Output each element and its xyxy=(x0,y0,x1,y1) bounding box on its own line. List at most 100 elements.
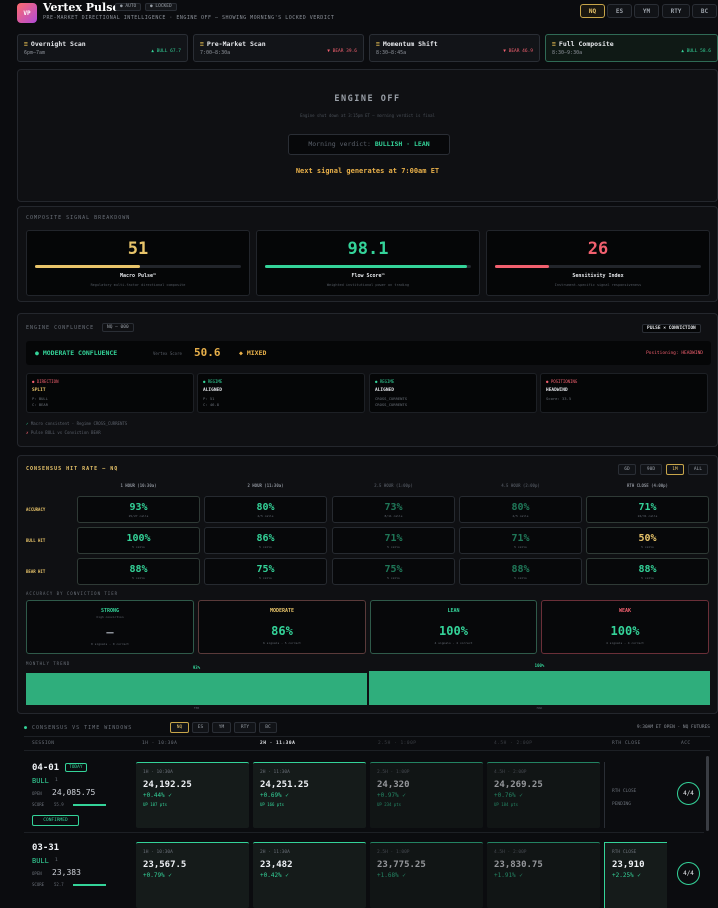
hitrate-calls: 5 calls xyxy=(641,545,654,549)
hitrate-cell: 75% 5 calls xyxy=(204,558,327,585)
hitrate-calls: 5 calls xyxy=(514,545,527,549)
range-1m[interactable]: 1M xyxy=(666,464,684,475)
trend-bar-month: MAR xyxy=(536,706,543,710)
hitrate-calls: 8/11 calls xyxy=(384,514,403,518)
box-head: ● POSITIONING xyxy=(546,379,578,384)
scan-card-overnight[interactable]: ≡ Overnight Scan 6pm–7am ▲ BULL 67.7 xyxy=(17,34,188,62)
auto-badge: ● AUTO xyxy=(115,3,142,11)
vertex-score-label: Vertex Score xyxy=(153,351,182,356)
window-change: +0.76% ✓ xyxy=(494,792,523,799)
window-points: UP 234 pts xyxy=(377,802,402,807)
tab-rty[interactable]: RTY xyxy=(662,4,690,18)
confluence-note-1: ✓ Macro consistent · Regime CROSS_CURREN… xyxy=(26,421,128,426)
hitrate-calls: 5 calls xyxy=(387,545,400,549)
col-session: SESSION xyxy=(32,741,55,746)
window-label: 2.5H · 1:00P xyxy=(377,770,410,775)
col-rth: RTH CLOSE xyxy=(612,741,641,746)
range-6d[interactable]: 6D xyxy=(618,464,636,475)
tier-name: MODERATE xyxy=(269,608,295,614)
window-card[interactable]: 4.5H · 2:00P 23,830.75 +1.91% ✓ xyxy=(487,842,600,908)
box-main: SPLIT xyxy=(32,388,46,393)
session-bias: BULL xyxy=(32,777,49,785)
window-price: 24,320 xyxy=(377,780,410,790)
col-2-5h: 2.5H · 1:00P xyxy=(378,741,417,746)
tier-sub: high conviction xyxy=(96,615,124,619)
scan-card-momentum[interactable]: ≡ Momentum Shift 8:30–8:45a ▼ BEAR 46.9 xyxy=(369,34,540,62)
scrollbar[interactable] xyxy=(706,756,709,831)
morning-verdict: Morning verdict: BULLISH · LEAN xyxy=(288,134,450,155)
window-label: 4.5H · 2:00P xyxy=(494,850,527,855)
tab-es[interactable]: ES xyxy=(607,4,632,18)
box-line-1: P: BULL xyxy=(32,396,49,401)
hitrate-calls: 22/31 calls xyxy=(637,514,658,518)
rth-value: 23,910 xyxy=(612,860,645,870)
rth-label: RTH CLOSE xyxy=(612,850,637,855)
scan-card-composite[interactable]: ≡ Full Composite 8:30–9:30a ▲ BULL 58.6 xyxy=(545,34,718,62)
consensus-tab-es[interactable]: ES xyxy=(192,722,209,733)
window-change: +1.68% ✓ xyxy=(377,872,406,879)
consensus-tab-ym[interactable]: YM xyxy=(212,722,231,733)
tier-value: — xyxy=(106,625,114,639)
hitrate-cell: 71% 5 calls xyxy=(332,527,455,554)
window-card[interactable]: 1H · 10:30A 23,567.5 +0.79% ✓ xyxy=(136,842,249,908)
window-card[interactable]: 4.5H · 2:00P 24,269.25 +0.76% ✓ UP 184 pts xyxy=(487,762,600,828)
tab-ym[interactable]: YM xyxy=(634,4,659,18)
hitrate-cell: 75% 5 calls xyxy=(332,558,455,585)
window-price: 23,830.75 xyxy=(494,860,543,870)
trend-bar-mar xyxy=(369,671,710,705)
hitrate-cell: 93% 25/27 calls xyxy=(77,496,200,523)
confluence-panel: ENGINE CONFLUENCE NQ — 000 PULSE × CONVI… xyxy=(17,313,718,447)
session-bias-n: 1 xyxy=(55,778,58,783)
hitrate-col-header: 2.5 HOUR (1:00p) xyxy=(374,483,413,488)
macro-pulse-bar xyxy=(35,265,241,268)
col-2h: 2H · 11:30A xyxy=(260,741,296,746)
consensus-tab-bc[interactable]: BC xyxy=(259,722,277,733)
open-price: 23,383 xyxy=(52,868,81,877)
window-label: 2H · 11:30A xyxy=(260,850,290,855)
window-card[interactable]: 2.5H · 1:00P 23,775.25 +1.68% ✓ xyxy=(370,842,483,908)
window-card[interactable]: 2H · 11:30A 23,482 +0.42% ✓ xyxy=(253,842,366,908)
hitrate-value: 86% xyxy=(256,533,275,544)
consensus-tab-nq[interactable]: NQ xyxy=(170,722,189,733)
session-date: 04-01 xyxy=(32,763,60,773)
window-price: 23,775.25 xyxy=(377,860,426,870)
tier-card-lean: LEAN 100% 4 signals · 4 correct xyxy=(370,600,537,654)
app-title: Vertex Pulse xyxy=(43,1,120,14)
hitrate-value: 71% xyxy=(384,533,403,544)
score-value: 52.7 xyxy=(54,882,64,887)
rth-card[interactable]: RTH CLOSE 23,910 +2.25% ✓ xyxy=(604,842,667,908)
window-label: 2.5H · 1:00P xyxy=(377,850,410,855)
consensus-tab-rty[interactable]: RTY xyxy=(234,722,256,733)
trend-bar-feb xyxy=(26,673,367,705)
box-main: ALIGNED xyxy=(375,388,394,393)
hitrate-cell: 80% 4/5 calls xyxy=(459,496,582,523)
window-card[interactable]: 2.5H · 1:00P 24,320 +0.97% ✓ UP 234 pts xyxy=(370,762,483,828)
col-4-5h: 4.5H · 2:00P xyxy=(494,741,533,746)
rth-card[interactable]: RTH CLOSE PENDING xyxy=(604,762,667,828)
score-label: SCORE xyxy=(32,802,45,807)
hitrate-value: 73% xyxy=(384,502,403,513)
sensitivity-bar xyxy=(495,265,701,268)
scan-card-premarket[interactable]: ≡ Pre-Market Scan 7:00–8:30a ▼ BEAR 39.6 xyxy=(193,34,364,62)
range-90d[interactable]: 90D xyxy=(640,464,662,475)
tier-name: WEAK xyxy=(618,608,632,614)
flow-score-value: 98.1 xyxy=(347,239,389,259)
tab-bc[interactable]: BC xyxy=(692,4,717,18)
tier-value: 100% xyxy=(439,624,468,638)
box-line-1: CROSS_CURRENTS xyxy=(375,396,408,401)
tier-calls: 4 signals · 4 correct xyxy=(434,641,473,645)
hitrate-calls: 4/5 calls xyxy=(512,514,529,518)
tab-nq[interactable]: NQ xyxy=(580,4,605,18)
hitrate-cell: 88% 5 calls xyxy=(77,558,200,585)
window-card[interactable]: 1H · 10:30A 24,192.25 +0.44% ✓ UP 107 pts xyxy=(136,762,249,828)
hitrate-value: 71% xyxy=(511,533,530,544)
tier-value: 100% xyxy=(610,624,640,638)
box-main: ALIGNED xyxy=(203,388,222,393)
box-line-2: C: BEAR xyxy=(32,402,49,407)
hitrate-value: 80% xyxy=(511,502,530,513)
range-all[interactable]: ALL xyxy=(688,464,708,475)
window-change: +0.42% ✓ xyxy=(260,872,289,879)
rth-value: PENDING xyxy=(612,802,631,807)
vertex-score-value: 50.6 xyxy=(194,346,221,359)
window-card[interactable]: 2H · 11:30A 24,251.25 +0.69% ✓ UP 166 pts xyxy=(253,762,366,828)
